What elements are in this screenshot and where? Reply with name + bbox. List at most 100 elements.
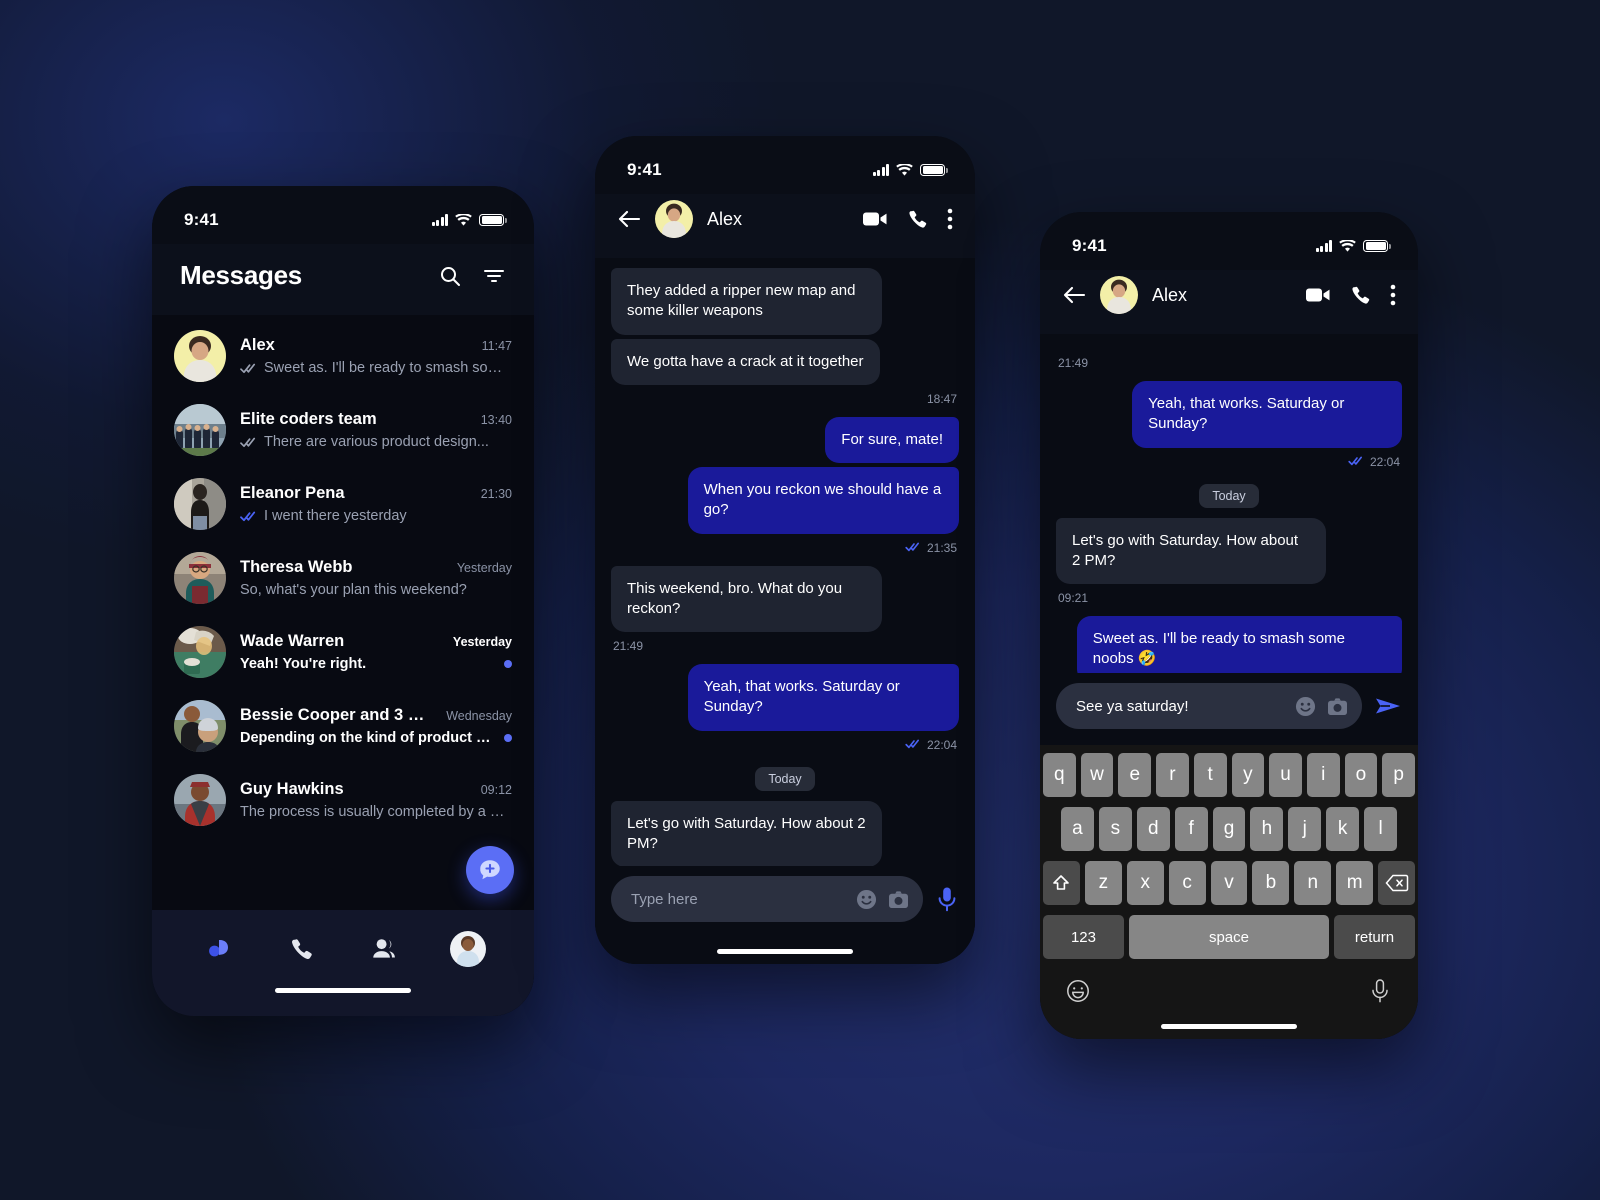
- chat-time: 13:40: [480, 413, 512, 427]
- message-input[interactable]: See ya saturday!: [1056, 683, 1362, 729]
- key-i[interactable]: i: [1306, 753, 1340, 797]
- chat-name: Alex: [240, 336, 275, 354]
- video-camera-icon[interactable]: [1305, 285, 1331, 305]
- wifi-icon: [896, 163, 913, 176]
- list-item[interactable]: Elite coders team 13:40 There are variou…: [152, 393, 534, 467]
- new-chat-fab-button[interactable]: [466, 846, 514, 894]
- key-n[interactable]: n: [1294, 861, 1332, 905]
- list-item[interactable]: Wade Warren Yesterday Yeah! You're right…: [152, 615, 534, 689]
- microphone-icon[interactable]: [935, 886, 959, 912]
- numbers-key[interactable]: 123: [1043, 915, 1124, 959]
- space-key[interactable]: space: [1128, 915, 1330, 959]
- avatar: [174, 700, 226, 752]
- key-p[interactable]: p: [1382, 753, 1416, 797]
- message-meta: 18:47: [611, 387, 959, 415]
- send-icon[interactable]: [1374, 694, 1402, 718]
- more-vertical-icon[interactable]: [1390, 284, 1396, 306]
- chat-preview: There are various product design...: [264, 434, 489, 450]
- filter-icon[interactable]: [482, 264, 506, 288]
- key-j[interactable]: j: [1288, 807, 1322, 851]
- key-s[interactable]: s: [1098, 807, 1132, 851]
- list-item[interactable]: Eleanor Pena 21:30 I went there yesterda…: [152, 467, 534, 541]
- message-composer: Type here: [595, 866, 975, 938]
- people-icon: [373, 938, 396, 958]
- home-indicator: [1161, 1023, 1297, 1029]
- key-o[interactable]: o: [1344, 753, 1378, 797]
- day-separator: Today: [1056, 480, 1402, 516]
- chat-preview: The process is usually completed by a gr…: [240, 804, 512, 820]
- key-u[interactable]: u: [1269, 753, 1302, 797]
- backspace-icon[interactable]: [1378, 861, 1416, 905]
- key-d[interactable]: d: [1136, 807, 1170, 851]
- video-camera-icon[interactable]: [862, 209, 888, 229]
- read-receipt-icon: [240, 363, 257, 374]
- chat-name: Bessie Cooper and 3 more: [240, 706, 439, 724]
- home-indicator: [275, 988, 411, 993]
- message-meta: 22:04: [611, 733, 959, 761]
- list-item[interactable]: Bessie Cooper and 3 more Wednesday Depen…: [152, 689, 534, 763]
- chat-list[interactable]: Alex 11:47 Sweet as. I'll be ready to sm…: [152, 315, 534, 910]
- avatar[interactable]: [655, 200, 693, 238]
- list-item[interactable]: Guy Hawkins 09:12 The process is usually…: [152, 763, 534, 837]
- message-thread[interactable]: They added a ripper new map and some kil…: [595, 258, 975, 866]
- key-e[interactable]: e: [1118, 753, 1152, 797]
- message-meta: 21:49: [611, 634, 959, 662]
- key-g[interactable]: g: [1212, 807, 1246, 851]
- key-h[interactable]: h: [1250, 807, 1284, 851]
- sidebar-item-contacts[interactable]: [361, 925, 409, 973]
- list-item[interactable]: Alex 11:47 Sweet as. I'll be ready to sm…: [152, 319, 534, 393]
- chat-preview: So, what's your plan this weekend?: [240, 582, 467, 598]
- key-c[interactable]: c: [1168, 861, 1206, 905]
- key-w[interactable]: w: [1080, 753, 1114, 797]
- back-arrow-icon[interactable]: [617, 209, 641, 229]
- chat-preview: Sweet as. I'll be ready to smash some...: [264, 360, 512, 376]
- key-v[interactable]: v: [1210, 861, 1248, 905]
- messages-header: Messages: [152, 244, 534, 315]
- message-input[interactable]: Type here: [611, 876, 923, 922]
- back-arrow-icon[interactable]: [1062, 285, 1086, 305]
- keyboard-row-3: z x c v b n m: [1043, 861, 1416, 905]
- key-x[interactable]: x: [1126, 861, 1164, 905]
- unread-dot: [504, 734, 512, 742]
- emoji-icon[interactable]: [1294, 695, 1316, 717]
- sidebar-item-calls[interactable]: [277, 925, 325, 973]
- sidebar-item-profile[interactable]: [444, 925, 492, 973]
- camera-icon[interactable]: [1326, 695, 1348, 717]
- message-row: Yeah, that works. Saturday or Sunday?: [611, 664, 959, 731]
- search-icon[interactable]: [438, 264, 462, 288]
- key-t[interactable]: t: [1193, 753, 1227, 797]
- chat-header: Alex: [1040, 270, 1418, 334]
- key-l[interactable]: l: [1364, 807, 1398, 851]
- return-key[interactable]: return: [1334, 915, 1415, 959]
- key-z[interactable]: z: [1084, 861, 1122, 905]
- camera-icon[interactable]: [887, 888, 909, 910]
- key-k[interactable]: k: [1326, 807, 1360, 851]
- battery-icon: [920, 163, 948, 177]
- key-r[interactable]: r: [1156, 753, 1189, 797]
- sidebar-item-chats[interactable]: [194, 925, 242, 973]
- microphone-icon[interactable]: [1367, 978, 1393, 1004]
- bottom-tab-bar[interactable]: [152, 910, 534, 988]
- onscreen-keyboard[interactable]: q w e r t y u i o p a s d f g h j k l z …: [1040, 745, 1418, 1039]
- avatar[interactable]: [1100, 276, 1138, 314]
- phone-icon[interactable]: [1349, 284, 1372, 307]
- key-b[interactable]: b: [1252, 861, 1290, 905]
- key-f[interactable]: f: [1174, 807, 1208, 851]
- shift-up-icon[interactable]: [1043, 861, 1080, 905]
- phone-icon[interactable]: [906, 208, 929, 231]
- chat-name: Wade Warren: [240, 632, 345, 650]
- message-time: 18:47: [926, 391, 957, 406]
- emoji-face-icon[interactable]: [1065, 978, 1091, 1004]
- cellular-signal-icon: [872, 164, 889, 176]
- key-y[interactable]: y: [1231, 753, 1265, 797]
- list-item[interactable]: Theresa Webb Yesterday So, what's your p…: [152, 541, 534, 615]
- key-a[interactable]: a: [1061, 807, 1094, 851]
- message-thread[interactable]: 21:49 Yeah, that works. Saturday or Sund…: [1040, 334, 1418, 673]
- more-vertical-icon[interactable]: [947, 208, 953, 230]
- emoji-icon[interactable]: [855, 888, 877, 910]
- phone-icon: [291, 938, 312, 959]
- phone-message-list: 9:41 Messages Alex 11:47 Sweet as. I'll …: [152, 186, 534, 1016]
- chat-time: 09:12: [480, 783, 512, 797]
- key-m[interactable]: m: [1336, 861, 1374, 905]
- key-q[interactable]: q: [1042, 753, 1076, 797]
